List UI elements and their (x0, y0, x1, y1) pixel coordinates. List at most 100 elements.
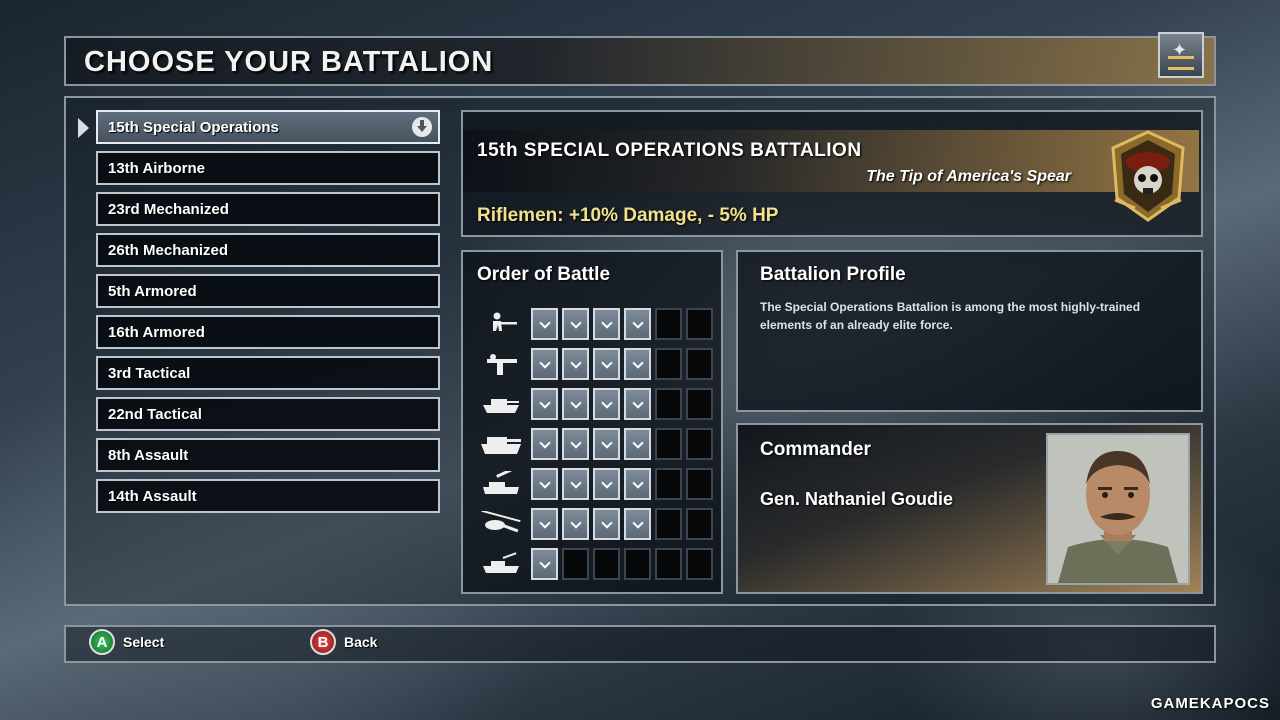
unit-slot-filled (562, 468, 589, 500)
unit-slot-filled (531, 348, 558, 380)
unit-slot-filled (624, 508, 651, 540)
unit-slot-filled (562, 348, 589, 380)
helicopter-icon (475, 509, 527, 539)
unit-slot-empty (655, 348, 682, 380)
unit-slot-empty (686, 468, 713, 500)
battalion-bonus: Riflemen: +10% Damage, - 5% HP (477, 205, 779, 226)
unit-slot-empty (655, 548, 682, 580)
unit-slot-filled (562, 428, 589, 460)
unit-slot-empty (686, 308, 713, 340)
download-icon (412, 117, 432, 137)
battalion-item-label: 16th Armored (108, 324, 205, 341)
unit-slot-filled (531, 548, 558, 580)
unit-slot-filled (562, 308, 589, 340)
battalion-item[interactable]: 16th Armored (96, 315, 440, 349)
commander-portrait (1046, 433, 1190, 585)
unit-slot-filled (593, 508, 620, 540)
battalion-item-label: 5th Armored (108, 283, 197, 300)
battalion-item-label: 22nd Tactical (108, 406, 202, 423)
b-button-icon: B (310, 629, 336, 655)
battalion-item[interactable]: 22nd Tactical (96, 397, 440, 431)
unit-slot-filled (593, 468, 620, 500)
order-row (475, 544, 713, 584)
order-of-battle-grid (475, 304, 713, 584)
unit-slot-filled (624, 348, 651, 380)
battalion-item[interactable]: 13th Airborne (96, 151, 440, 185)
bottom-bar (64, 625, 1216, 663)
order-of-battle-panel: Order of Battle (461, 250, 723, 594)
title-bar: CHOOSE YOUR BATTALION ✦ (64, 32, 1216, 86)
selection-arrow-icon (78, 118, 89, 138)
unit-slot-empty (655, 308, 682, 340)
order-row (475, 504, 713, 544)
artillery-icon (475, 469, 527, 499)
unit-slot-empty (655, 428, 682, 460)
battalion-item-label: 23rd Mechanized (108, 201, 229, 218)
battalion-item[interactable]: 5th Armored (96, 274, 440, 308)
page-title: CHOOSE YOUR BATTALION (84, 46, 494, 78)
unit-slot-filled (531, 388, 558, 420)
a-button-icon: A (89, 629, 115, 655)
unit-slot-filled (624, 308, 651, 340)
unit-slot-filled (531, 468, 558, 500)
unit-slot-empty (686, 428, 713, 460)
battalion-item-label: 26th Mechanized (108, 242, 229, 259)
unit-slot-filled (531, 308, 558, 340)
unit-slot-filled (593, 428, 620, 460)
unit-slot-filled (531, 428, 558, 460)
unit-slot-filled (562, 508, 589, 540)
battalion-list: 15th Special Operations 13th Airborne 23rd… (96, 110, 440, 520)
unit-slot-empty (686, 388, 713, 420)
battalion-item-label: 13th Airborne (108, 160, 205, 177)
skull-beret-emblem-icon (1111, 130, 1185, 222)
order-row (475, 304, 713, 344)
unit-slot-empty (655, 468, 682, 500)
battalion-item-label: 14th Assault (108, 488, 197, 505)
select-label: Select (123, 634, 165, 650)
battalion-item[interactable]: 3rd Tactical (96, 356, 440, 390)
battalion-name: 15th SPECIAL OPERATIONS BATTALION (477, 140, 862, 161)
select-button[interactable]: A Select (89, 629, 164, 655)
order-row (475, 424, 713, 464)
watermark: GAMEKAPOCS (1150, 695, 1270, 712)
unit-slot-empty (686, 348, 713, 380)
unit-slot-filled (593, 348, 620, 380)
aa-vehicle-icon (475, 549, 527, 579)
battalion-profile-panel: Battalion Profile The Special Operations… (736, 250, 1203, 412)
order-of-battle-title: Order of Battle (477, 264, 611, 285)
unit-slot-empty (562, 548, 589, 580)
unit-slot-filled (593, 388, 620, 420)
battalion-item[interactable]: 14th Assault (96, 479, 440, 513)
battalion-item-label: 8th Assault (108, 447, 189, 464)
unit-slot-filled (624, 428, 651, 460)
unit-slot-filled (562, 388, 589, 420)
commander-name: Gen. Nathaniel Goudie (760, 489, 954, 509)
eagle-rank-icon: ✦ (1158, 32, 1204, 78)
unit-slot-filled (531, 508, 558, 540)
rifleman-icon (475, 309, 527, 339)
battalion-item[interactable]: 23rd Mechanized (96, 192, 440, 226)
order-row (475, 384, 713, 424)
order-row (475, 344, 713, 384)
order-row (475, 464, 713, 504)
battalion-motto: The Tip of America's Spear (866, 168, 1071, 185)
unit-slot-empty (686, 508, 713, 540)
unit-slot-empty (624, 548, 651, 580)
heavy-tank-icon (475, 429, 527, 459)
unit-slot-filled (593, 308, 620, 340)
unit-slot-empty (655, 508, 682, 540)
unit-slot-empty (655, 388, 682, 420)
battalion-item[interactable]: 8th Assault (96, 438, 440, 472)
light-tank-icon (475, 389, 527, 419)
back-label: Back (344, 634, 378, 650)
battalion-item-label: 15th Special Operations (108, 119, 279, 136)
commander-title: Commander (760, 439, 871, 460)
back-button[interactable]: B Back (310, 629, 377, 655)
unit-slot-empty (686, 548, 713, 580)
battalion-item[interactable]: 26th Mechanized (96, 233, 440, 267)
battalion-item[interactable]: 15th Special Operations (96, 110, 440, 144)
heavy-gunner-icon (475, 349, 527, 379)
unit-slot-empty (593, 548, 620, 580)
unit-slot-filled (624, 388, 651, 420)
battalion-profile-text: The Special Operations Battalion is amon… (760, 300, 1141, 332)
